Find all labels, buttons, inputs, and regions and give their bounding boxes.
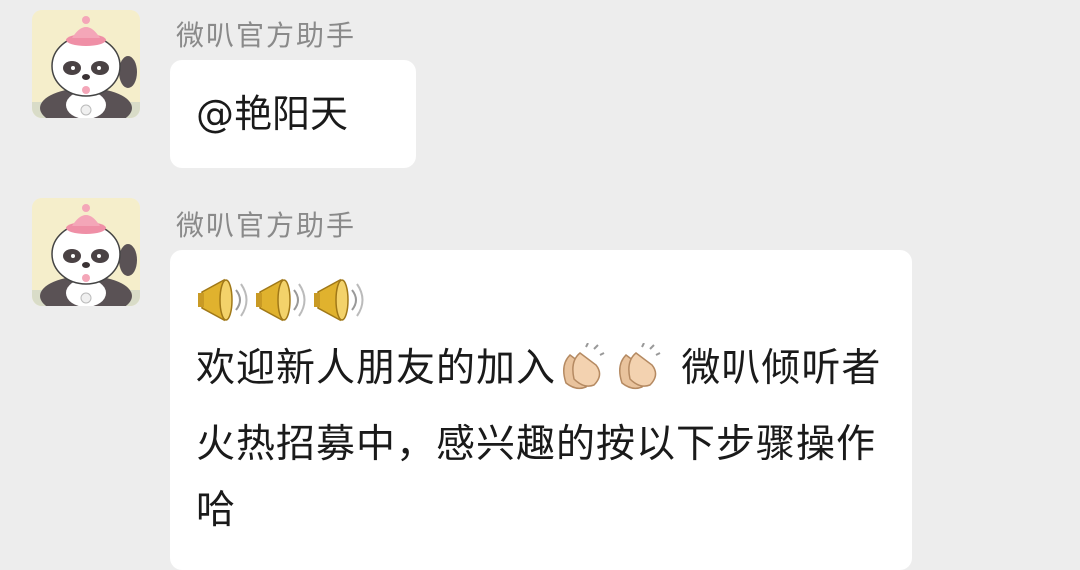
sender-avatar[interactable] bbox=[32, 10, 140, 118]
megaphone-icon bbox=[198, 278, 248, 322]
sender-name: 微叭官方助手 bbox=[176, 19, 357, 52]
message-text-part1: 欢迎新人朋友的加入 bbox=[196, 346, 557, 391]
sender-name: 微叭官方助手 bbox=[176, 209, 357, 242]
message-text: @艳阳天 bbox=[196, 92, 349, 136]
panda-avatar-icon bbox=[32, 198, 140, 306]
clapping-hands-icon bbox=[556, 342, 612, 412]
message-bubble[interactable]: @艳阳天 bbox=[170, 60, 416, 168]
emoji-row bbox=[196, 272, 370, 332]
message-bubble[interactable]: 欢迎新人朋友的加入 微叭倾听者火热招募中，感兴趣的按以下步骤操作哈 bbox=[170, 250, 912, 570]
panda-avatar-icon bbox=[32, 10, 140, 118]
megaphone-icon bbox=[314, 278, 364, 322]
sender-avatar[interactable] bbox=[32, 198, 140, 306]
megaphone-icon bbox=[256, 278, 306, 322]
clapping-hands-icon bbox=[612, 342, 668, 412]
message-text: 欢迎新人朋友的加入 微叭倾听者火热招募中，感兴趣的按以下步骤操作哈 bbox=[196, 336, 896, 544]
